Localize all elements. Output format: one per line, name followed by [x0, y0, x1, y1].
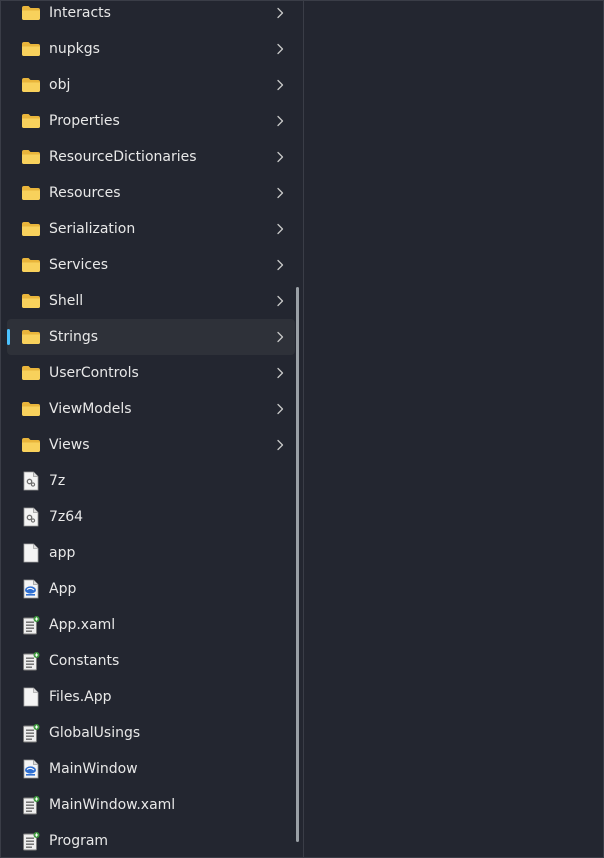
file-item[interactable]: App.xaml — [1, 607, 303, 643]
item-label: Constants — [49, 653, 120, 669]
xaml-file-icon — [21, 759, 41, 779]
folder-item[interactable]: UserControls — [1, 355, 303, 391]
dll-file-icon — [21, 507, 41, 527]
item-label: MainWindow — [49, 761, 138, 777]
folder-item[interactable]: Strings — [7, 319, 295, 355]
item-label: UserControls — [49, 365, 139, 381]
file-icon — [21, 543, 41, 563]
file-explorer-window: Interacts nupkgs obj Properties ResourceDict… — [0, 0, 604, 858]
chevron-right-icon[interactable] — [273, 42, 287, 56]
file-item[interactable]: Constants — [1, 643, 303, 679]
file-item[interactable]: GlobalUsings — [1, 715, 303, 751]
chevron-right-icon[interactable] — [273, 438, 287, 452]
folder-icon — [21, 219, 41, 239]
item-label: Services — [49, 257, 109, 273]
item-label: ViewModels — [49, 401, 132, 417]
item-label: GlobalUsings — [49, 725, 141, 741]
file-item[interactable]: Program — [1, 823, 303, 857]
file-item[interactable]: Files.App — [1, 679, 303, 715]
folder-icon — [21, 39, 41, 59]
code-file-icon — [21, 795, 41, 815]
chevron-right-icon[interactable] — [273, 114, 287, 128]
xaml-file-icon — [21, 579, 41, 599]
item-label: MainWindow.xaml — [49, 797, 176, 813]
folder-icon — [21, 399, 41, 419]
chevron-right-icon[interactable] — [273, 78, 287, 92]
file-item[interactable]: app — [1, 535, 303, 571]
code-file-icon — [21, 615, 41, 635]
item-label: Files.App — [49, 689, 112, 705]
folder-item[interactable]: Interacts — [1, 1, 303, 31]
item-label: 7z64 — [49, 509, 84, 525]
folder-icon — [21, 147, 41, 167]
folder-item[interactable]: Properties — [1, 103, 303, 139]
folder-item[interactable]: Serialization — [1, 211, 303, 247]
file-item[interactable]: 7z64 — [1, 499, 303, 535]
folder-item[interactable]: ViewModels — [1, 391, 303, 427]
item-label: app — [49, 545, 76, 561]
chevron-right-icon[interactable] — [273, 294, 287, 308]
item-label: ResourceDictionaries — [49, 149, 197, 165]
folder-item[interactable]: Views — [1, 427, 303, 463]
code-file-icon — [21, 831, 41, 851]
item-label: Strings — [49, 329, 99, 345]
chevron-right-icon[interactable] — [273, 366, 287, 380]
folder-icon — [21, 255, 41, 275]
item-label: Properties — [49, 113, 120, 129]
folder-icon — [21, 435, 41, 455]
file-icon — [21, 687, 41, 707]
chevron-right-icon[interactable] — [273, 222, 287, 236]
code-file-icon — [21, 723, 41, 743]
file-item[interactable]: App — [1, 571, 303, 607]
folder-icon — [21, 3, 41, 23]
chevron-right-icon[interactable] — [273, 330, 287, 344]
chevron-right-icon[interactable] — [273, 186, 287, 200]
navigation-pane: Interacts nupkgs obj Properties ResourceDict… — [1, 1, 303, 857]
folder-tree: Interacts nupkgs obj Properties ResourceDict… — [1, 1, 303, 857]
item-label: Shell — [49, 293, 84, 309]
code-file-icon — [21, 651, 41, 671]
folder-item[interactable]: Shell — [1, 283, 303, 319]
folder-icon — [21, 327, 41, 347]
item-label: 7z — [49, 473, 66, 489]
folder-item[interactable]: nupkgs — [1, 31, 303, 67]
dll-file-icon — [21, 471, 41, 491]
detail-pane — [304, 1, 603, 857]
selection-indicator — [7, 329, 10, 345]
item-label: App — [49, 581, 77, 597]
vertical-scrollbar[interactable] — [296, 287, 299, 842]
file-item[interactable]: MainWindow — [1, 751, 303, 787]
chevron-right-icon[interactable] — [273, 6, 287, 20]
folder-icon — [21, 291, 41, 311]
item-label: Serialization — [49, 221, 136, 237]
file-item[interactable]: MainWindow.xaml — [1, 787, 303, 823]
chevron-right-icon[interactable] — [273, 258, 287, 272]
item-label: Program — [49, 833, 109, 849]
item-label: nupkgs — [49, 41, 100, 57]
folder-item[interactable]: obj — [1, 67, 303, 103]
chevron-right-icon[interactable] — [273, 150, 287, 164]
file-item[interactable]: 7z — [1, 463, 303, 499]
item-label: App.xaml — [49, 617, 116, 633]
folder-icon — [21, 363, 41, 383]
folder-item[interactable]: Services — [1, 247, 303, 283]
folder-icon — [21, 75, 41, 95]
item-label: Resources — [49, 185, 121, 201]
folder-icon — [21, 111, 41, 131]
item-label: Views — [49, 437, 90, 453]
chevron-right-icon[interactable] — [273, 402, 287, 416]
item-label: Interacts — [49, 5, 111, 21]
folder-icon — [21, 183, 41, 203]
folder-item[interactable]: Resources — [1, 175, 303, 211]
folder-item[interactable]: ResourceDictionaries — [1, 139, 303, 175]
item-label: obj — [49, 77, 71, 93]
